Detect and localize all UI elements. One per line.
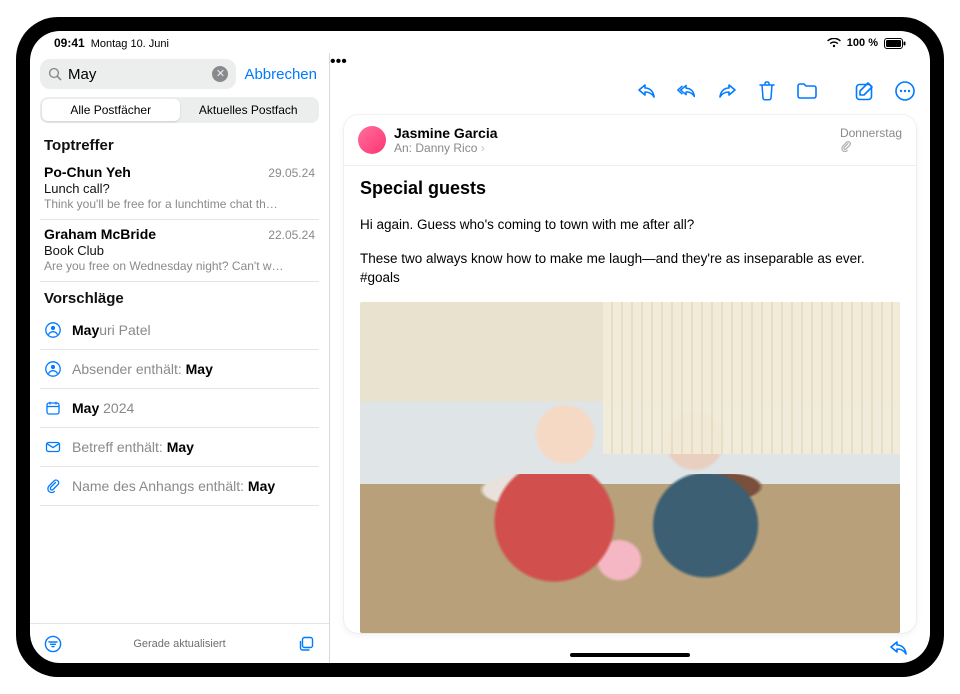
search-hit[interactable]: Graham McBride 22.05.24 Book Club Are yo… [40,220,319,282]
message-paragraph: Hi again. Guess who's coming to town wit… [360,215,900,235]
suggestion-label: Name des Anhangs enthält: May [72,478,275,494]
move-button[interactable] [796,80,818,102]
sync-status: Gerade aktualisiert [133,638,225,650]
suggestions-header: Vorschläge [40,282,319,311]
more-button[interactable] [894,80,916,102]
attachment-image[interactable] [360,302,900,633]
forward-button[interactable] [716,80,738,102]
battery-text: 100 % [847,37,878,49]
search-icon [48,67,62,81]
cancel-button[interactable]: Abbrechen [242,66,319,83]
recipient-line[interactable]: An: Danny Rico › [394,141,832,155]
hit-subject: Lunch call? [44,181,315,196]
calendar-icon [44,399,62,417]
message-toolbar [330,71,930,111]
chevron-right-icon: › [481,141,485,155]
compose-stack-button[interactable] [297,635,315,653]
recipient-name: Danny Rico [415,141,477,155]
hit-date: 22.05.24 [268,228,315,242]
message-pane: ••• [330,53,930,663]
mailbox-scope-segmented: Alle Postfächer Aktuelles Postfach [40,97,319,123]
suggestion-subject-contains[interactable]: Betreff enthält: May [40,428,319,467]
reply-button[interactable] [636,80,658,102]
sender-avatar[interactable] [358,126,386,154]
reply-all-button[interactable] [676,80,698,102]
person-icon [44,360,62,378]
mail-icon [44,438,62,456]
hit-preview: Think you'll be free for a lunchtime cha… [44,197,315,211]
filter-button[interactable] [44,635,62,653]
content: May ✕ Abbrechen Alle Postfächer Aktuelle… [30,53,930,663]
suggestion-sender-contains[interactable]: Absender enthält: May [40,350,319,389]
hit-preview: Are you free on Wednesday night? Can't w… [44,259,315,273]
ipad-device-frame: 09:41 Montag 10. Juni 100 % [16,17,944,677]
attachment-icon [840,140,902,154]
message-paragraph: These two always know how to make me lau… [360,249,900,288]
screen: 09:41 Montag 10. Juni 100 % [30,31,930,663]
top-hits-header: Toptreffer [40,129,319,158]
sidebar: May ✕ Abbrechen Alle Postfächer Aktuelle… [30,53,330,663]
hit-subject: Book Club [44,243,315,258]
suggestion-person[interactable]: Mayuri Patel [40,311,319,350]
search-input[interactable]: May [68,66,206,83]
status-date: Montag 10. Juni [91,38,169,50]
clear-search-button[interactable]: ✕ [212,66,228,82]
status-time: 09:41 [54,36,85,50]
hit-sender: Graham McBride [44,226,156,242]
suggestion-label: May 2024 [72,400,134,416]
suggestion-label: Mayuri Patel [72,322,151,338]
suggestion-attachment-name-contains[interactable]: Name des Anhangs enthält: May [40,467,319,506]
message-subject: Special guests [360,178,900,199]
sender-name[interactable]: Jasmine Garcia [394,125,832,141]
search-field[interactable]: May ✕ [40,59,236,89]
search-hit[interactable]: Po-Chun Yeh 29.05.24 Lunch call? Think y… [40,158,319,220]
message-date: Donnerstag [840,126,902,140]
reply-quick-button[interactable] [888,637,910,659]
segment-current-mailbox[interactable]: Aktuelles Postfach [180,99,318,121]
trash-button[interactable] [756,80,778,102]
status-bar: 09:41 Montag 10. Juni 100 % [30,31,930,53]
message-card: Jasmine Garcia An: Danny Rico › Donnerst… [344,115,916,633]
segment-all-mailboxes[interactable]: Alle Postfächer [42,99,180,121]
multitasking-dots-icon[interactable]: ••• [330,53,930,71]
to-label: An: [394,141,412,155]
suggestion-label: Betreff enthält: May [72,439,194,455]
hit-sender: Po-Chun Yeh [44,164,131,180]
battery-icon [884,38,906,49]
compose-button[interactable] [854,80,876,102]
person-icon [44,321,62,339]
suggestion-date[interactable]: May 2024 [40,389,319,428]
paperclip-icon [44,477,62,495]
hit-date: 29.05.24 [268,166,315,180]
suggestion-label: Absender enthält: May [72,361,213,377]
home-indicator[interactable] [570,653,690,657]
wifi-icon [827,38,841,48]
